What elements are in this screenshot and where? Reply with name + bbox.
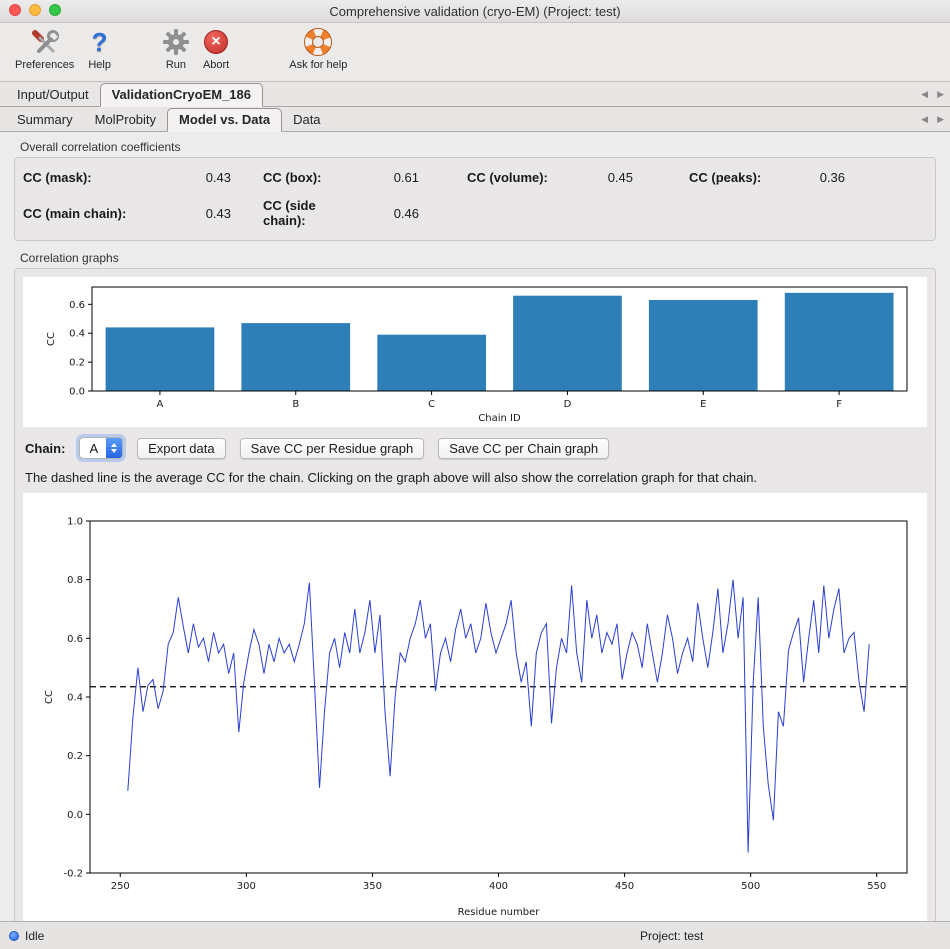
svg-text:0.6: 0.6 [67, 634, 83, 645]
cc-per-residue-chart-panel: -0.2 0.0 0.2 0.4 0.6 0.8 1.0 250 300 350 400 450 500… [23, 493, 927, 921]
run-button[interactable]: Run [156, 26, 196, 71]
correlation-graphs-title: Correlation graphs [20, 251, 936, 265]
svg-text:350: 350 [363, 881, 382, 892]
cc-box-label: CC (box): [263, 170, 361, 185]
abort-label: Abort [203, 59, 229, 71]
inner-tab-bar: Summary MolProbity Model vs. Data Data ◀… [0, 107, 950, 132]
cc-per-residue-line-chart: -0.2 0.0 0.2 0.4 0.6 0.8 1.0 250 300 350 400 450 500… [25, 493, 925, 921]
tab-scroll-right-icon[interactable]: ▶ [937, 115, 944, 124]
cc-main-chain-label: CC (main chain): [23, 206, 165, 221]
abort-icon: × [204, 26, 228, 58]
outer-tab-bar: Input/Output ValidationCryoEM_186 ◀ ▶ [0, 82, 950, 107]
preferences-button[interactable]: Preferences [8, 26, 81, 71]
cc-mask-label: CC (mask): [23, 170, 165, 185]
chain-select-value: A [80, 438, 106, 458]
cc-volume-label: CC (volume): [467, 170, 573, 185]
cc-main-chain-value: 0.43 [165, 206, 231, 221]
svg-text:B: B [292, 399, 299, 410]
tab-model-vs-data[interactable]: Model vs. Data [167, 108, 282, 132]
svg-text:550: 550 [867, 881, 886, 892]
svg-text:500: 500 [741, 881, 760, 892]
cc-peaks-value: 0.36 [787, 170, 845, 185]
svg-text:0.0: 0.0 [69, 387, 85, 398]
preferences-tools-icon [30, 26, 60, 58]
svg-text:D: D [564, 399, 572, 410]
save-cc-per-chain-button[interactable]: Save CC per Chain graph [438, 438, 609, 459]
traffic-lights [9, 4, 61, 16]
svg-text:A: A [156, 399, 163, 410]
help-button[interactable]: ? Help [81, 26, 118, 71]
overall-cc-group: Overall correlation coefficients CC (mas… [14, 140, 936, 241]
svg-text:400: 400 [489, 881, 508, 892]
svg-text:450: 450 [615, 881, 634, 892]
tab-scroll-right-icon[interactable]: ▶ [937, 90, 944, 99]
cc-row-1: CC (mask):0.43 CC (box):0.61 CC (volume)… [23, 170, 927, 185]
cc-side-chain-label: CC (side chain): [263, 198, 361, 228]
help-question-icon: ? [92, 26, 108, 58]
svg-text:Chain ID: Chain ID [478, 413, 521, 424]
chevron-up-down-icon [106, 438, 122, 458]
chain-controls: Chain: A Export data Save CC per Residue… [25, 437, 927, 459]
tab-data[interactable]: Data [282, 109, 331, 131]
svg-text:0.4: 0.4 [69, 329, 85, 340]
close-button[interactable] [9, 4, 21, 16]
svg-text:300: 300 [237, 881, 256, 892]
tab-input-output[interactable]: Input/Output [6, 84, 100, 106]
zoom-button[interactable] [49, 4, 61, 16]
status-text: Idle [25, 929, 44, 943]
overall-cc-title: Overall correlation coefficients [20, 140, 936, 154]
run-label: Run [166, 59, 186, 71]
save-cc-per-residue-button[interactable]: Save CC per Residue graph [240, 438, 425, 459]
cc-volume-value: 0.45 [573, 170, 633, 185]
app-window: Comprehensive validation (cryo-EM) (Proj… [0, 0, 950, 949]
svg-text:1.0: 1.0 [67, 517, 83, 528]
correlation-graphs-group: Correlation graphs 0.0 0.2 0.4 0.6 A B C D E F Cha… [14, 251, 936, 921]
run-gear-icon [163, 26, 189, 58]
cc-mask-value: 0.43 [165, 170, 231, 185]
minimize-button[interactable] [29, 4, 41, 16]
cc-per-chain-chart-panel: 0.0 0.2 0.4 0.6 A B C D E F Chain ID CC [23, 277, 927, 427]
svg-text:CC: CC [44, 690, 55, 704]
main-content: Overall correlation coefficients CC (mas… [0, 132, 950, 921]
svg-text:0.0: 0.0 [67, 810, 83, 821]
svg-text:CC: CC [46, 332, 57, 346]
svg-text:0.8: 0.8 [67, 575, 83, 586]
svg-text:0.6: 0.6 [69, 300, 85, 311]
svg-text:0.2: 0.2 [69, 358, 85, 369]
tab-scroll-left-icon[interactable]: ◀ [921, 90, 928, 99]
svg-text:E: E [700, 399, 706, 410]
chain-label: Chain: [25, 441, 65, 456]
cc-side-chain-value: 0.46 [361, 206, 419, 221]
svg-text:-0.2: -0.2 [63, 869, 83, 880]
tab-molprobity[interactable]: MolProbity [84, 109, 167, 131]
lifering-icon [304, 26, 332, 58]
svg-text:C: C [428, 399, 435, 410]
cc-per-chain-bar-chart[interactable]: 0.0 0.2 0.4 0.6 A B C D E F Chain ID CC [25, 277, 925, 427]
dashed-line-note: The dashed line is the average CC for th… [25, 470, 927, 485]
svg-text:0.4: 0.4 [67, 693, 83, 704]
cc-box-value: 0.61 [361, 170, 419, 185]
cc-row-2: CC (main chain):0.43 CC (side chain):0.4… [23, 198, 927, 228]
svg-text:0.2: 0.2 [67, 751, 83, 762]
help-label: Help [88, 59, 111, 71]
svg-text:Residue number: Residue number [458, 907, 541, 918]
tab-summary[interactable]: Summary [6, 109, 84, 131]
titlebar: Comprehensive validation (cryo-EM) (Proj… [0, 0, 950, 23]
svg-text:250: 250 [111, 881, 130, 892]
status-dot-icon [9, 931, 19, 941]
svg-text:F: F [836, 399, 842, 410]
ask-for-help-button[interactable]: Ask for help [282, 26, 354, 71]
export-data-button[interactable]: Export data [137, 438, 226, 459]
preferences-label: Preferences [15, 59, 74, 71]
abort-button[interactable]: × Abort [196, 26, 236, 71]
chain-select[interactable]: A [79, 437, 123, 459]
tab-scroll-left-icon[interactable]: ◀ [921, 115, 928, 124]
tab-validationcryoem-186[interactable]: ValidationCryoEM_186 [100, 83, 263, 107]
toolbar: Preferences ? Help Run [0, 23, 950, 82]
statusbar: Idle Project: test [0, 921, 950, 949]
project-label: Project: test [640, 929, 703, 943]
ask-for-help-label: Ask for help [289, 59, 347, 71]
cc-peaks-label: CC (peaks): [689, 170, 787, 185]
window-title: Comprehensive validation (cryo-EM) (Proj… [329, 4, 620, 19]
